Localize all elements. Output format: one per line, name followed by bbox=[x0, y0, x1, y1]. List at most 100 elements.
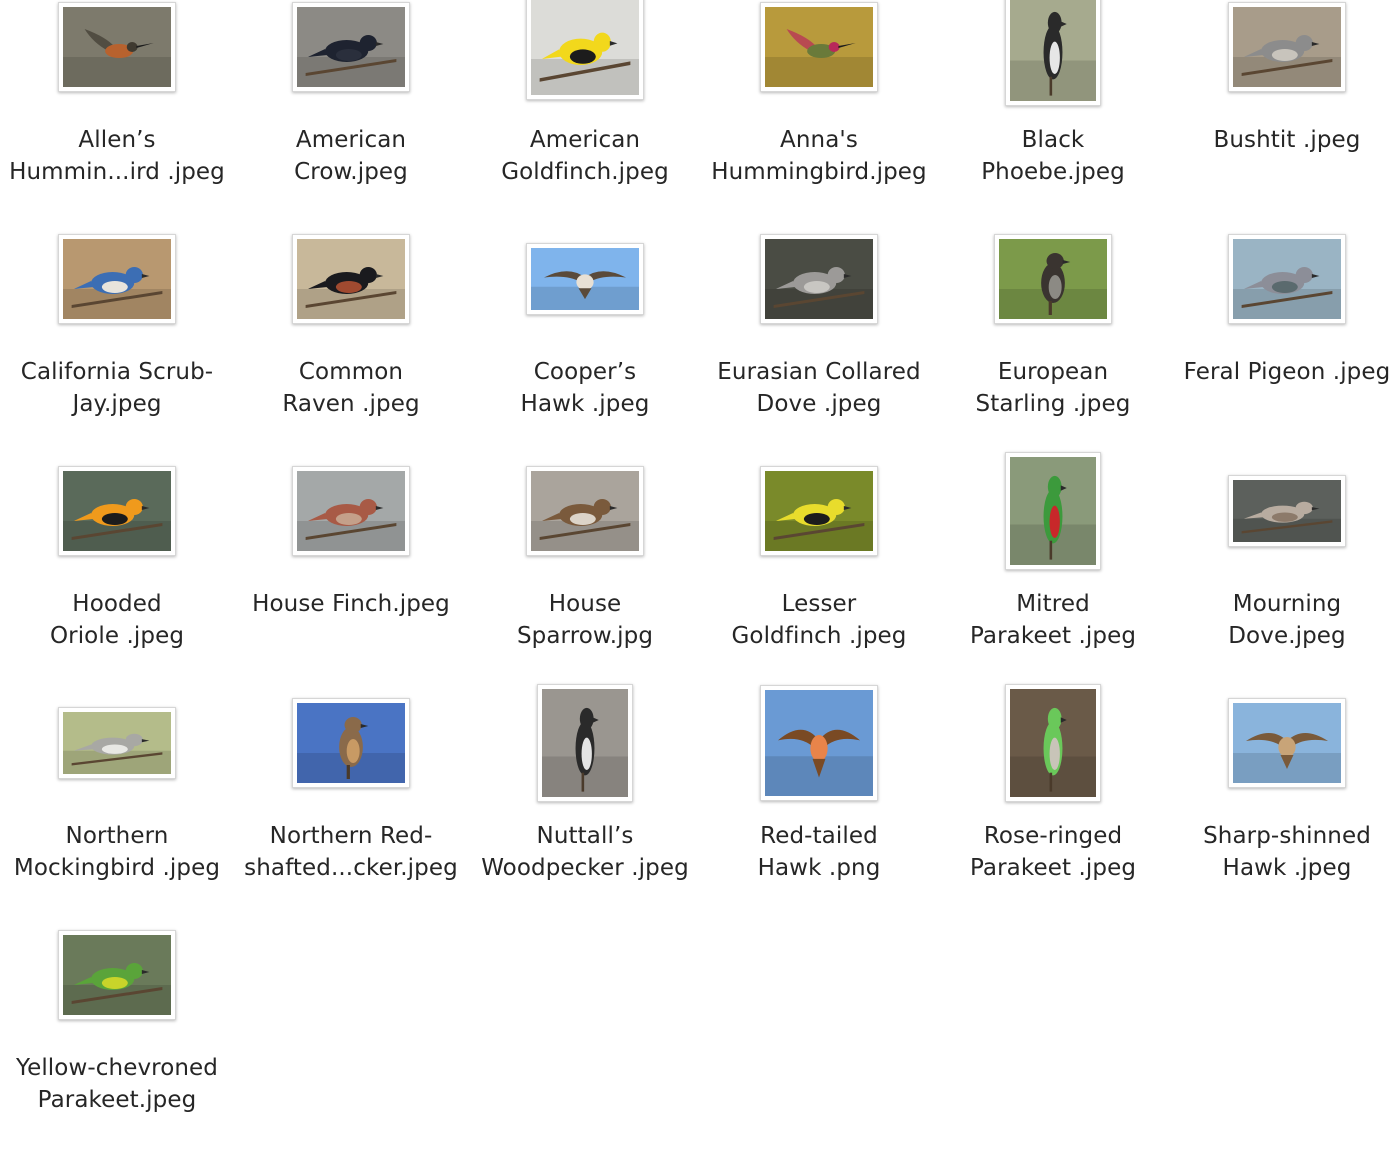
file-thumbnail[interactable] bbox=[58, 2, 176, 92]
file-thumbnail[interactable] bbox=[1228, 234, 1346, 324]
file-item[interactable]: Northern Red-shafted...cker.jpeg bbox=[231, 696, 465, 928]
bird-photo-image bbox=[297, 7, 405, 87]
file-thumbnail[interactable] bbox=[292, 234, 410, 324]
file-name-label[interactable]: Eurasian Collared Dove .jpeg bbox=[702, 356, 936, 420]
file-name-label[interactable]: American Crow.jpeg bbox=[234, 124, 468, 188]
bird-photo-image bbox=[1233, 7, 1341, 87]
file-item[interactable]: House Sparrow.jpg bbox=[465, 464, 699, 696]
file-thumbnail[interactable] bbox=[1228, 698, 1346, 788]
file-thumbnail[interactable] bbox=[760, 685, 878, 801]
file-item[interactable]: Mourning Dove.jpeg bbox=[1167, 464, 1389, 696]
file-thumbnail[interactable] bbox=[58, 707, 176, 779]
file-name-line: Northern bbox=[65, 823, 169, 849]
file-name-label[interactable]: Hooded Oriole .jpeg bbox=[0, 588, 234, 652]
file-name-label[interactable]: Lesser Goldfinch .jpeg bbox=[702, 588, 936, 652]
file-thumbnail[interactable] bbox=[1228, 2, 1346, 92]
file-thumbnail[interactable] bbox=[994, 234, 1112, 324]
file-thumbnail[interactable] bbox=[760, 2, 878, 92]
file-icon-grid: Allen’s Hummin...ird .jpeg American Crow.jp… bbox=[0, 0, 1389, 1113]
file-item[interactable]: House Finch.jpeg bbox=[231, 464, 465, 696]
bird-photo-image bbox=[63, 471, 171, 551]
file-name-label[interactable]: Cooper’s Hawk .jpeg bbox=[468, 356, 702, 420]
file-item[interactable]: Yellow-chevroned Parakeet.jpeg bbox=[0, 928, 231, 1160]
bird-photo-image bbox=[542, 689, 628, 797]
file-item[interactable]: Allen’s Hummin...ird .jpeg bbox=[0, 0, 231, 232]
file-thumbnail[interactable] bbox=[292, 466, 410, 556]
file-name-line: American bbox=[295, 127, 407, 153]
file-item[interactable]: Sharp-shinned Hawk .jpeg bbox=[1167, 696, 1389, 928]
bird-photo-image bbox=[1010, 457, 1096, 565]
file-name-label[interactable]: House Finch.jpeg bbox=[234, 588, 468, 620]
file-item[interactable]: Rose-ringed Parakeet .jpeg bbox=[933, 684, 1170, 928]
file-name-label[interactable]: Feral Pigeon .jpeg bbox=[1170, 356, 1389, 388]
file-name-line: Hummingbird.jpeg bbox=[711, 159, 927, 185]
file-thumbnail[interactable] bbox=[58, 234, 176, 324]
file-thumbnail[interactable] bbox=[760, 234, 878, 324]
file-name-line: Hooded bbox=[72, 591, 162, 617]
file-name-line: Lesser bbox=[781, 591, 857, 617]
file-name-label[interactable]: Mourning Dove.jpeg bbox=[1170, 588, 1389, 652]
file-item[interactable]: American Crow.jpeg bbox=[231, 0, 465, 232]
file-name-label[interactable]: European Starling .jpeg bbox=[936, 356, 1170, 420]
file-item[interactable]: Lesser Goldfinch .jpeg bbox=[699, 464, 933, 696]
file-thumbnail[interactable] bbox=[1228, 475, 1346, 547]
file-item[interactable]: Cooper’s Hawk .jpeg bbox=[465, 232, 699, 464]
file-thumbnail[interactable] bbox=[526, 466, 644, 556]
file-name-line: Mitred bbox=[1016, 591, 1090, 617]
file-thumbnail[interactable] bbox=[537, 684, 633, 802]
file-name-line: Hawk .jpeg bbox=[1222, 855, 1352, 881]
file-thumbnail[interactable] bbox=[1005, 0, 1101, 106]
file-name-line: Goldfinch .jpeg bbox=[731, 623, 907, 649]
file-name-label[interactable]: Northern Mockingbird .jpeg bbox=[0, 820, 234, 884]
file-name-line: Phoebe.jpeg bbox=[981, 159, 1125, 185]
file-item[interactable]: Red-tailed Hawk .png bbox=[699, 685, 936, 928]
file-name-label[interactable]: Black Phoebe.jpeg bbox=[936, 124, 1170, 188]
file-name-label[interactable]: Sharp-shinned Hawk .jpeg bbox=[1170, 820, 1389, 884]
file-item[interactable]: European Starling .jpeg bbox=[933, 232, 1167, 464]
bird-photo-image bbox=[63, 935, 171, 1015]
file-name-label[interactable]: American Goldfinch.jpeg bbox=[468, 124, 702, 188]
file-item[interactable]: Mitred Parakeet .jpeg bbox=[933, 452, 1170, 696]
file-item[interactable]: Eurasian Collared Dove .jpeg bbox=[699, 232, 933, 464]
file-thumbnail[interactable] bbox=[1005, 452, 1101, 570]
bird-photo-image bbox=[531, 248, 639, 310]
file-name-line: House bbox=[548, 591, 622, 617]
file-item[interactable]: Black Phoebe.jpeg bbox=[933, 0, 1167, 232]
file-item[interactable]: American Goldfinch.jpeg bbox=[465, 0, 699, 232]
file-item[interactable]: Common Raven .jpeg bbox=[231, 232, 465, 464]
file-thumbnail[interactable] bbox=[760, 466, 878, 556]
file-thumbnail[interactable] bbox=[526, 0, 644, 100]
file-name-label[interactable]: Yellow-chevroned Parakeet.jpeg bbox=[0, 1052, 234, 1116]
file-name-label[interactable]: House Sparrow.jpg bbox=[468, 588, 702, 652]
file-thumbnail[interactable] bbox=[292, 2, 410, 92]
file-item[interactable]: Nuttall’s Woodpecker .jpeg bbox=[465, 684, 702, 928]
file-name-label[interactable]: Common Raven .jpeg bbox=[234, 356, 468, 420]
file-item[interactable]: Bushtit .jpeg bbox=[1167, 0, 1389, 232]
file-thumbnail[interactable] bbox=[58, 466, 176, 556]
file-name-line: Rose-ringed bbox=[983, 823, 1123, 849]
file-name-line: Sharp-shinned bbox=[1203, 823, 1371, 849]
file-name-label[interactable]: Rose-ringed Parakeet .jpeg bbox=[936, 820, 1170, 884]
file-name-label[interactable]: Mitred Parakeet .jpeg bbox=[936, 588, 1170, 652]
file-name-label[interactable]: California Scrub- Jay.jpeg bbox=[0, 356, 234, 420]
file-thumbnail[interactable] bbox=[292, 698, 410, 788]
file-thumbnail[interactable] bbox=[58, 930, 176, 1020]
file-name-label[interactable]: Red-tailed Hawk .png bbox=[702, 820, 936, 884]
file-name-line: Woodpecker .jpeg bbox=[481, 855, 689, 881]
file-name-label[interactable]: Anna's Hummingbird.jpeg bbox=[702, 124, 936, 188]
file-name-label[interactable]: Northern Red-shafted...cker.jpeg bbox=[234, 820, 468, 884]
file-item[interactable]: Anna's Hummingbird.jpeg bbox=[699, 0, 933, 232]
file-thumbnail[interactable] bbox=[526, 243, 644, 315]
file-name-label[interactable]: Allen’s Hummin...ird .jpeg bbox=[0, 124, 234, 188]
file-item[interactable]: Feral Pigeon .jpeg bbox=[1167, 232, 1389, 464]
file-item[interactable]: California Scrub- Jay.jpeg bbox=[0, 232, 231, 464]
bird-photo-image bbox=[1233, 480, 1341, 542]
file-thumbnail[interactable] bbox=[1005, 684, 1101, 802]
file-item[interactable]: Northern Mockingbird .jpeg bbox=[0, 696, 231, 928]
file-item[interactable]: Hooded Oriole .jpeg bbox=[0, 464, 231, 696]
bird-photo-image bbox=[1233, 239, 1341, 319]
file-name-line: shafted...cker.jpeg bbox=[244, 855, 458, 881]
file-name-line: Raven .jpeg bbox=[282, 391, 420, 417]
file-name-label[interactable]: Nuttall’s Woodpecker .jpeg bbox=[468, 820, 702, 884]
file-name-label[interactable]: Bushtit .jpeg bbox=[1170, 124, 1389, 156]
